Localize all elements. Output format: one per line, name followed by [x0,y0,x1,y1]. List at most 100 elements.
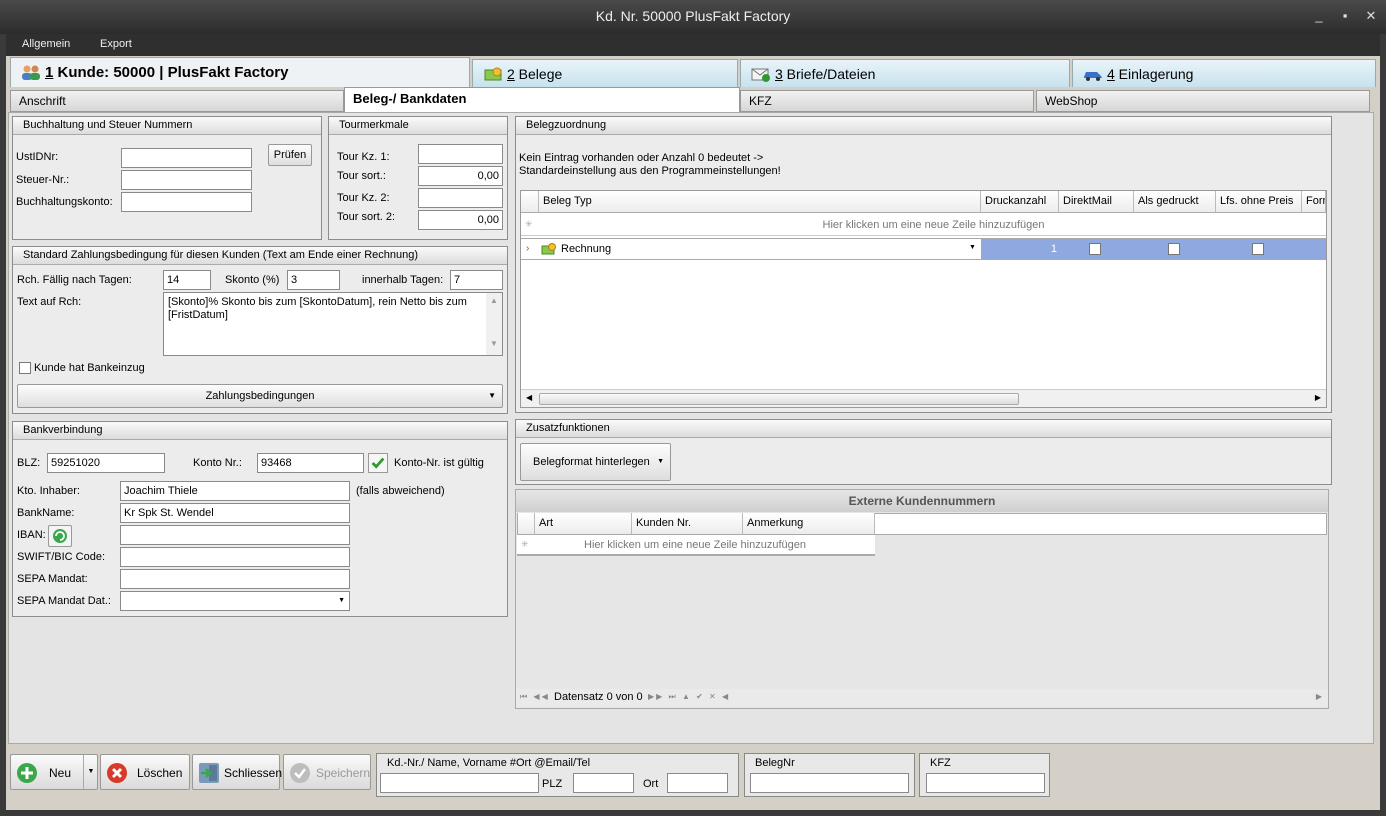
chevron-down-icon: ▼ [488,391,496,400]
new-row-placeholder[interactable]: ✳ Hier klicken um eine neue Zeile hinzuz… [521,214,1326,236]
steuer-input[interactable] [121,170,252,190]
iban-input[interactable] [120,525,350,545]
col-kunden-nr[interactable]: Kunden Nr. [632,513,743,535]
tour-sort1-input[interactable]: 0,00 [418,166,503,186]
tab-einlagerung[interactable]: 4 Einlagerung [1072,59,1376,87]
tour-kz2-input[interactable] [418,188,503,208]
col-art[interactable]: Art [535,513,632,535]
menu-bar [6,34,1380,56]
loeschen-button[interactable]: Löschen [100,754,190,790]
skonto-label: Skonto (%) [225,274,280,286]
tab-kunde[interactable]: 1 Kunde: 50000 | PlusFakt Factory [10,57,470,87]
konto-input[interactable]: 93468 [257,453,364,473]
inhaber-input[interactable]: Joachim Thiele [120,481,350,501]
menu-export[interactable]: Export [100,38,132,50]
rch-text-area[interactable]: [Skonto]% Skonto bis zum [SkontoDatum], … [163,292,503,356]
tab-belege[interactable]: 2 Belege [472,59,738,87]
col-lfs-ohne-preis[interactable]: Lfs. ohne Preis [1216,191,1302,213]
swift-input[interactable] [120,547,350,567]
faellig-label: Rch. Fällig nach Tagen: [17,274,132,286]
scroll-thumb[interactable] [539,393,1019,405]
kfz-input[interactable] [926,773,1045,793]
konto-label: Konto Nr.: [193,457,242,469]
tab-briefe[interactable]: 3 Briefe/Dateien [740,59,1070,87]
plz-input[interactable] [573,773,634,793]
nav-first-prev-icons[interactable]: ⏮ ◀◀ [520,692,550,702]
row-direktmail-checkbox[interactable] [1089,243,1101,255]
tour-kz1-input[interactable] [418,144,503,164]
neu-button[interactable]: Neu ▼ [10,754,98,790]
tour-sort2-input[interactable]: 0,00 [418,210,503,230]
speichern-button[interactable]: Speichern [283,754,371,790]
zahlungsbedingungen-button[interactable]: Zahlungsbedingungen ▼ [17,384,503,408]
col-beleg-typ[interactable]: Beleg Typ [539,191,981,213]
ustid-input[interactable] [121,148,252,168]
pruefen-button[interactable]: Prüfen [268,144,312,166]
grid-corner [521,191,539,213]
buchhaltungskonto-label: Buchhaltungskonto: [16,196,113,208]
bankeinzug-checkbox[interactable] [19,362,31,374]
sepa-label: SEPA Mandat: [17,573,88,585]
maximize-button[interactable]: ▪ [1336,8,1354,23]
table-row[interactable]: › Rechnung ▼ 1 [521,238,1326,260]
blz-label: BLZ: [17,457,41,469]
belegzuordnung-info: Kein Eintrag vorhanden oder Anzahl 0 bed… [519,152,781,177]
extern-new-row[interactable]: ✳ Hier klicken um eine neue Zeile hinzuz… [517,535,875,556]
neu-label: Neu [49,766,72,780]
plz-label: PLZ [542,778,563,790]
horizontal-scrollbar[interactable]: ◀ ▶ [521,389,1326,407]
col-druckanzahl[interactable]: Druckanzahl [981,191,1059,213]
neu-dropdown-icon[interactable]: ▼ [83,755,98,789]
menu-allgemein[interactable]: Allgemein [22,38,70,50]
blz-input[interactable]: 59251020 [47,453,165,473]
chevron-down-icon: ▼ [657,458,664,465]
col-als-gedruckt[interactable]: Als gedruckt [1134,191,1216,213]
tab-belege-num: 2 [507,66,515,82]
col-anmerkung[interactable]: Anmerkung [743,513,875,535]
close-button[interactable]: ✕ [1362,8,1380,24]
new-row-star-icon: ✳ [521,539,529,549]
innerhalb-label: innerhalb Tagen: [362,274,444,286]
belegnr-input[interactable] [750,773,909,793]
tour-title: Tourmerkmale [329,117,507,135]
innerhalb-input[interactable]: 7 [450,270,503,290]
iban-label: IBAN: [17,529,46,541]
col-form[interactable]: Forr [1302,191,1326,213]
scroll-right-icon[interactable]: ▶ [1316,692,1322,701]
sepa-input[interactable] [120,569,350,589]
subtab-beleg-bankdaten[interactable]: Beleg-/ Bankdaten [344,87,740,113]
money-icon [541,243,556,255]
nav-next-last-icons[interactable]: ▶▶ ⏭ ▲ ✔ ✕ ◀ [648,692,730,702]
row-als-gedruckt-checkbox[interactable] [1168,243,1180,255]
faellig-input[interactable]: 14 [163,270,211,290]
col-direktmail[interactable]: DirektMail [1059,191,1134,213]
extern-new-row-hint: Hier klicken um eine neue Zeile hinzuzuf… [584,539,806,551]
subtab-anschrift[interactable]: Anschrift [10,90,344,112]
row-indicator-icon: › [526,243,530,254]
schliessen-button[interactable]: Schliessen [192,754,282,790]
sepa-dat-input[interactable]: ▼ [120,591,350,611]
scroll-left-icon[interactable]: ◀ [526,393,532,402]
subtab-webshop[interactable]: WebShop [1036,90,1370,112]
add-icon [17,763,37,783]
zahlung-title: Standard Zahlungsbedingung für diesen Ku… [13,247,507,265]
belegformat-button[interactable]: Belegformat hinterlegen ▼ [520,443,671,481]
extern-grid-corner [518,513,535,535]
check-icon [368,453,388,473]
rch-text-scrollbar[interactable]: ▲ ▼ [486,293,502,355]
buchhaltungskonto-input[interactable] [121,192,252,212]
ort-input[interactable] [667,773,728,793]
sepa-dat-label: SEPA Mandat Dat.: [17,595,111,607]
minimize-button[interactable]: _ [1310,8,1328,23]
bankname-input[interactable]: Kr Spk St. Wendel [120,503,350,523]
customers-icon [22,65,40,80]
steuer-label: Steuer-Nr.: [16,174,70,186]
dropdown-arrow-icon[interactable]: ▼ [969,244,976,251]
skonto-input[interactable]: 3 [287,270,340,290]
buchhaltung-title: Buchhaltung und Steuer Nummern [13,117,321,135]
subtab-kfz[interactable]: KFZ [740,90,1034,112]
iban-calc-button[interactable] [48,525,72,547]
row-lfs-ohne-preis-checkbox[interactable] [1252,243,1264,255]
scroll-right-icon[interactable]: ▶ [1315,393,1321,402]
search-input[interactable] [380,773,539,793]
